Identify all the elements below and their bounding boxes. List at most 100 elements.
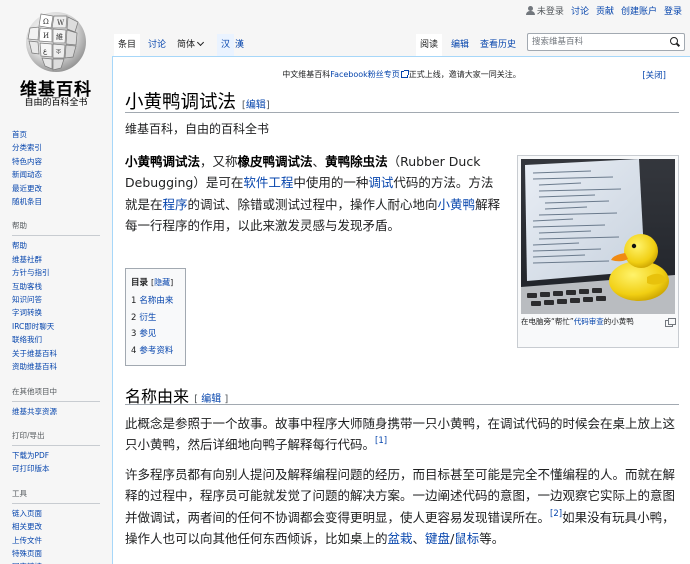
sidebar-portal: 打印/导出下载为PDF 可打印版本 <box>12 430 107 476</box>
search-icon[interactable] <box>670 37 680 47</box>
keyboard-link[interactable]: 键盘 <box>425 531 450 546</box>
sidebar-nav-item[interactable]: 新闻动态 <box>12 168 107 181</box>
site-logo[interactable]: Ω W И 維 ع ক 维基百科 自由的百科全书 <box>0 0 112 112</box>
term-xpy: 橡皮鸭调试法 <box>237 154 313 169</box>
title-edit-link[interactable]: 编辑 <box>246 100 266 111</box>
potted-plant-link[interactable]: 盆栽 <box>388 531 413 546</box>
language-variant-dropdown[interactable]: 简体 <box>173 34 207 56</box>
thumbnail: 在电脑旁“帮忙”代码审查的小黄鸭 <box>517 155 679 348</box>
svg-text:W: W <box>57 19 65 27</box>
sidebar-nav-item[interactable]: 分类索引 <box>12 141 107 154</box>
enlarge-icon[interactable] <box>665 318 676 327</box>
section-divider <box>125 404 679 405</box>
toc-item-number: 4 <box>131 345 137 356</box>
sidebar-portal-item[interactable]: 资助维基百科 <box>12 360 107 373</box>
toc-item[interactable]: 1 名称由来 <box>131 293 180 310</box>
toc-item-number: 3 <box>131 329 137 339</box>
sidebar-portals: 帮助 帮助 维基社群 方针与指引 互助客栈 知识问答 字词转换 IRC即时聊天 联络我们 关于维基… <box>12 220 107 564</box>
toc-list: 1 名称由来 2 衍生 3 参见 4 参考资料 <box>131 293 180 359</box>
tab-history[interactable]: 查看历史 <box>476 34 520 56</box>
origin-paragraph-2: 许多程序员都有向别人提问及解释编程问题的经历，而目标甚至可能是完全不懂编程的人。… <box>125 464 681 550</box>
tab-talk[interactable]: 讨论 <box>144 34 170 56</box>
program-link[interactable]: 程序 <box>163 197 188 212</box>
sidebar: 首页 分类索引 特色内容 新闻动态 最近更改 随机条目 帮助 帮助 维基社群 方针与指引 互助客栈… <box>12 128 107 564</box>
svg-text:Ω: Ω <box>43 18 49 26</box>
sidebar-portal-item[interactable]: 互助客栈 <box>12 280 107 293</box>
toc-item-link[interactable]: 参见 <box>139 329 156 339</box>
sidebar-portal-heading: 帮助 <box>12 220 100 237</box>
paragraph-text: 此概念是参照于一个故事。故事中程序大师随身携带一只小黄鸭，在调试代码的时候会在桌… <box>125 416 676 453</box>
talk-link[interactable]: 讨论 <box>571 4 589 17</box>
sidebar-portal: 工具链入页面相关更改上传文件特殊页面固定链接 <box>12 488 107 564</box>
personal-tools: 未登录 讨论 贡献 创建账户 登录 <box>525 4 682 17</box>
search-input[interactable] <box>528 34 668 50</box>
toc-item-link[interactable]: 名称由来 <box>139 296 173 306</box>
mouse-link[interactable]: 鼠标 <box>454 531 479 546</box>
create-account-link[interactable]: 创建账户 <box>621 4 657 17</box>
site-subtitle: 维基百科，自由的百科全书 <box>125 122 270 136</box>
sidebar-portal-item[interactable]: 固定链接 <box>12 560 107 564</box>
user-icon <box>525 6 535 15</box>
sidebar-portal-item[interactable]: 上传文件 <box>12 534 107 547</box>
tab-edit[interactable]: 编辑 <box>447 34 473 56</box>
sidebar-portal-item[interactable]: IRC即时聊天 <box>12 320 107 333</box>
sidebar-portal-item[interactable]: 方针与指引 <box>12 266 107 279</box>
login-link[interactable]: 登录 <box>664 4 682 17</box>
not-logged-in-label: 未登录 <box>536 7 564 17</box>
tab-read[interactable]: 阅读 <box>416 34 443 56</box>
code-review-link[interactable]: 代码审查 <box>574 317 604 326</box>
bracket-close: ] <box>170 278 174 287</box>
toc-hide-link[interactable]: 隐藏 <box>154 278 170 287</box>
caption-text: 的小黄鸭 <box>603 317 634 326</box>
sidebar-portal-item[interactable]: 特殊页面 <box>12 547 107 560</box>
wikipedia-globe-icon: Ω W И 維 ع ক <box>26 12 86 72</box>
separator: 、 <box>412 531 426 547</box>
rubber-duck-link[interactable]: 小黄鸭 <box>438 197 476 212</box>
sidebar-portal-item[interactable]: 关于维基百科 <box>12 347 107 360</box>
software-engineering-link[interactable]: 软件工程 <box>243 175 293 190</box>
variant-traditional[interactable]: 漢 <box>231 34 248 56</box>
contributions-link[interactable]: 贡献 <box>596 4 614 17</box>
toc-item-link[interactable]: 参考资料 <box>139 346 173 356</box>
sidebar-portal-item[interactable]: 联络我们 <box>12 333 107 346</box>
sidebar-portal-item[interactable]: 帮助 <box>12 239 107 252</box>
sidebar-portal-item[interactable]: 链入页面 <box>12 507 107 520</box>
reference-2-link[interactable]: [2] <box>550 509 562 519</box>
toc-item[interactable]: 4 参考资料 <box>131 343 180 360</box>
site-notice: 中文维基百科Facebook粉丝专页 正式上线，邀请大家一同关注。 <box>113 69 690 80</box>
toc-item[interactable]: 2 衍生 <box>131 310 180 327</box>
sidebar-portal-item[interactable]: 维基共享资源 <box>12 405 107 418</box>
tab-article[interactable]: 条目 <box>114 34 141 56</box>
reference-1-link[interactable]: [1] <box>375 436 387 446</box>
debugging-link[interactable]: 调试 <box>368 175 393 190</box>
facebook-link[interactable]: Facebook粉丝专页 <box>330 70 400 79</box>
toc-toggle: [隐藏] <box>151 278 173 287</box>
sidebar-nav-item[interactable]: 首页 <box>12 128 107 141</box>
sidebar-portal-item[interactable]: 可打印版本 <box>12 462 107 475</box>
close-notice-button[interactable]: [关闭] <box>642 69 666 81</box>
sidebar-portal-item[interactable]: 维基社群 <box>12 253 107 266</box>
sidebar-portal-item[interactable]: 相关更改 <box>12 520 107 533</box>
sidebar-nav-item[interactable]: 随机条目 <box>12 195 107 208</box>
toc-item-link[interactable]: 衍生 <box>139 313 156 323</box>
sidebar-portal-item[interactable]: 下载为PDF <box>12 449 107 462</box>
sidebar-nav-item[interactable]: 最近更改 <box>12 182 107 195</box>
toc-item[interactable]: 3 参见 <box>131 326 180 343</box>
term-hycc: 黄鸭除虫法 <box>325 154 388 169</box>
caption-text: 在电脑旁“帮忙” <box>521 317 574 326</box>
lead-text: 、 <box>312 154 326 169</box>
main-content: 中文维基百科Facebook粉丝专页 正式上线，邀请大家一同关注。 [关闭] 小黄… <box>112 56 690 564</box>
page-title: 小黄鸭调试法 [编辑] <box>125 88 270 114</box>
svg-text:ক: ক <box>55 48 61 56</box>
sidebar-main-navigation: 首页 分类索引 特色内容 新闻动态 最近更改 随机条目 <box>12 128 107 208</box>
term-xhy: 小黄鸭调试法 <box>125 154 201 169</box>
sidebar-portal-item[interactable]: 字词转换 <box>12 306 107 319</box>
thumbnail-caption: 在电脑旁“帮忙”代码审查的小黄鸭 <box>521 316 676 328</box>
rubber-duck-photo[interactable] <box>521 159 675 314</box>
external-link-icon <box>400 70 409 78</box>
site-notice-text-after: 正式上线，邀请大家一同关注。 <box>408 70 521 79</box>
search-box <box>527 33 685 51</box>
sidebar-portal-heading: 打印/导出 <box>12 430 100 446</box>
sidebar-portal-item[interactable]: 知识问答 <box>12 293 107 306</box>
sidebar-nav-item[interactable]: 特色内容 <box>12 155 107 168</box>
